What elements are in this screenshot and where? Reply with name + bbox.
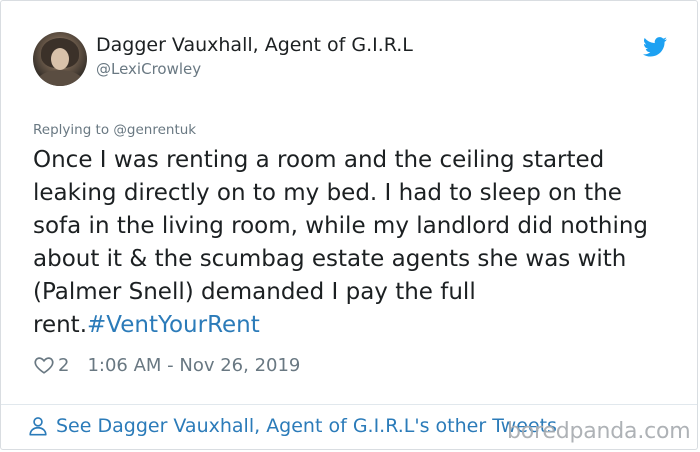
tweet-meta: 2 1:06 AM - Nov 26, 2019 [33, 353, 300, 377]
replying-to-label[interactable]: Replying to @genrentuk [33, 122, 196, 138]
avatar[interactable] [33, 32, 87, 86]
user-handle[interactable]: @LexiCrowley [96, 60, 201, 78]
hashtag-link[interactable]: #VentYourRent [87, 312, 260, 338]
display-name[interactable]: Dagger Vauxhall, Agent of G.I.R.L [96, 34, 413, 56]
footer-divider [1, 404, 697, 405]
tweet-body: Once I was renting a room and the ceilin… [33, 147, 649, 338]
heart-icon[interactable] [33, 354, 55, 376]
tweet-text: Once I was renting a room and the ceilin… [33, 144, 673, 342]
avatar-face [51, 48, 69, 70]
see-other-tweets-link[interactable]: See Dagger Vauxhall, Agent of G.I.R.L's … [27, 415, 557, 437]
twitter-bird-icon[interactable] [643, 37, 667, 57]
tweet-timestamp[interactable]: 1:06 AM - Nov 26, 2019 [87, 355, 300, 376]
avatar-shoulders [37, 70, 83, 86]
watermark: boredpanda.com [507, 419, 691, 444]
see-other-tweets-label: See Dagger Vauxhall, Agent of G.I.R.L's … [56, 415, 557, 437]
person-icon [29, 417, 47, 436]
like-count[interactable]: 2 [58, 355, 69, 376]
embedded-tweet-card: Dagger Vauxhall, Agent of G.I.R.L @LexiC… [0, 0, 698, 450]
